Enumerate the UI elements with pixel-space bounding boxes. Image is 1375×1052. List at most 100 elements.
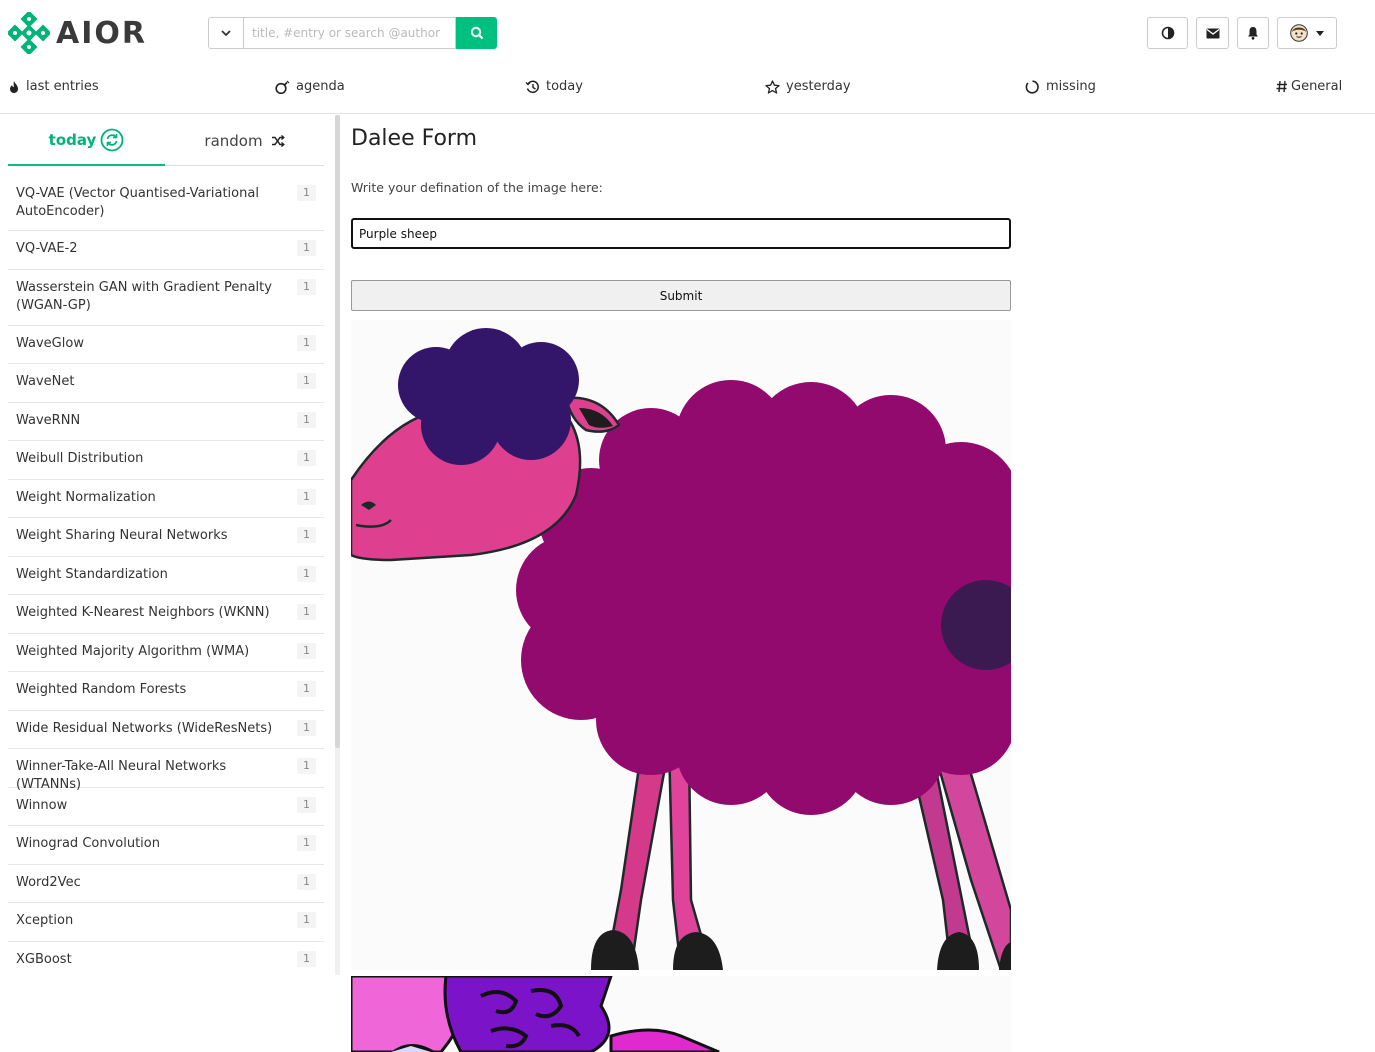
count-badge: 1 <box>297 566 316 582</box>
nav-agenda[interactable]: agenda <box>275 79 345 94</box>
star-icon <box>765 79 780 94</box>
list-item-label: Wide Residual Networks (WideResNets) <box>16 721 273 736</box>
nav-label: last entries <box>26 79 99 94</box>
list-item[interactable]: WaveRNN 1 <box>8 403 324 441</box>
nav-label: missing <box>1046 79 1096 94</box>
count-badge: 1 <box>297 681 316 697</box>
count-badge: 1 <box>297 185 316 201</box>
search-button[interactable] <box>456 17 497 49</box>
list-item[interactable]: WaveGlow 1 <box>8 326 324 364</box>
list-item[interactable]: XGBoost 1 <box>8 942 324 980</box>
list-item[interactable]: Weight Normalization 1 <box>8 480 324 518</box>
bell-icon <box>1248 27 1258 40</box>
list-item-label: Xception <box>16 913 74 928</box>
avatar-icon <box>1290 24 1308 42</box>
caret-down-icon <box>1316 30 1324 36</box>
nav-label: agenda <box>296 79 345 94</box>
main-nav: last entries agenda today yesterday miss… <box>0 66 1375 114</box>
list-item-label: VQ-VAE (Vector Quantised-Variational Aut… <box>16 186 259 219</box>
nav-general[interactable]: General <box>1276 79 1342 94</box>
list-item[interactable]: Weibull Distribution 1 <box>8 441 324 480</box>
theme-toggle-button[interactable] <box>1147 17 1188 49</box>
nav-last-entries[interactable]: last entries <box>8 79 99 94</box>
logo[interactable]: AIOR <box>8 12 147 54</box>
search-icon <box>470 26 483 40</box>
tab-random[interactable]: random <box>165 115 324 166</box>
list-item[interactable]: Weighted K-Nearest Neighbors (WKNN) 1 <box>8 595 324 634</box>
count-badge: 1 <box>297 373 316 389</box>
nav-label: yesterday <box>786 79 851 94</box>
generated-image <box>351 976 1011 1052</box>
count-badge: 1 <box>297 604 316 620</box>
form-label: Write your defination of the image here: <box>351 180 603 195</box>
shuffle-icon <box>271 134 285 147</box>
logo-icon <box>8 12 50 54</box>
circle-icon <box>1025 79 1039 94</box>
list-item[interactable]: VQ-VAE (Vector Quantised-Variational Aut… <box>8 176 324 231</box>
count-badge: 1 <box>297 912 316 928</box>
list-item[interactable]: Wasserstein GAN with Gradient Penalty (W… <box>8 270 324 326</box>
count-badge: 1 <box>297 835 316 851</box>
list-item[interactable]: Weighted Majority Algorithm (WMA) 1 <box>8 634 324 672</box>
fire-icon <box>10 80 18 93</box>
count-badge: 1 <box>297 335 316 351</box>
list-item[interactable]: Winograd Convolution 1 <box>8 826 324 865</box>
nav-missing[interactable]: missing <box>1025 79 1096 94</box>
refresh-icon <box>100 128 124 151</box>
top-header: AIOR <box>0 0 1375 66</box>
search-input[interactable] <box>243 17 456 49</box>
user-menu-button[interactable] <box>1277 17 1337 49</box>
list-item-label: Word2Vec <box>16 875 81 890</box>
list-item-label: Weight Standardization <box>16 567 168 582</box>
submit-button[interactable]: Submit <box>351 280 1011 311</box>
history-icon <box>525 80 539 93</box>
count-badge: 1 <box>297 643 316 659</box>
list-item-label: Winograd Convolution <box>16 836 160 851</box>
bomb-icon <box>275 80 290 94</box>
hash-icon <box>1276 80 1287 93</box>
list-item[interactable]: Wide Residual Networks (WideResNets) 1 <box>8 711 324 749</box>
purple-sheep-image <box>351 976 720 1052</box>
count-badge: 1 <box>297 797 316 813</box>
list-item-label: Weight Normalization <box>16 490 156 505</box>
nav-label: today <box>546 79 583 94</box>
list-item[interactable]: VQ-VAE-2 1 <box>8 231 324 270</box>
nav-today[interactable]: today <box>525 79 583 94</box>
list-item[interactable]: WaveNet 1 <box>8 364 324 403</box>
list-item-label: XGBoost <box>16 952 72 967</box>
count-badge: 1 <box>297 874 316 890</box>
list-item[interactable]: Weight Standardization 1 <box>8 557 324 595</box>
sidebar-tabs: today random <box>8 115 324 166</box>
list-item[interactable]: Word2Vec 1 <box>8 865 324 903</box>
search-bar <box>208 17 497 49</box>
list-item[interactable]: Xception 1 <box>8 903 324 942</box>
nav-yesterday[interactable]: yesterday <box>765 79 851 94</box>
list-item[interactable]: Weighted Random Forests 1 <box>8 672 324 711</box>
count-badge: 1 <box>297 527 316 543</box>
list-item-label: WaveRNN <box>16 413 81 428</box>
description-input[interactable] <box>351 218 1011 249</box>
count-badge: 1 <box>297 450 316 466</box>
sidebar-list: VQ-VAE (Vector Quantised-Variational Aut… <box>8 176 324 980</box>
nav-label: General <box>1291 79 1343 94</box>
list-item-label: Weibull Distribution <box>16 451 144 466</box>
tab-today[interactable]: today <box>8 115 165 166</box>
chevron-down-icon <box>221 30 231 37</box>
purple-sheep-image <box>351 328 1011 970</box>
sidebar: today random VQ-VAE (Vector Quantised-Va… <box>8 115 324 1052</box>
logo-text: AIOR <box>56 15 147 51</box>
count-badge: 1 <box>297 240 316 256</box>
list-item[interactable]: Winnow 1 <box>8 788 324 826</box>
list-item-label: Wasserstein GAN with Gradient Penalty (W… <box>16 280 272 313</box>
list-item[interactable]: Weight Sharing Neural Networks 1 <box>8 518 324 557</box>
list-item-label: Winnow <box>16 798 68 813</box>
notifications-button[interactable] <box>1237 17 1269 49</box>
generated-image <box>351 320 1011 970</box>
list-item-label: VQ-VAE-2 <box>16 241 78 256</box>
search-dropdown[interactable] <box>208 17 243 49</box>
page-title: Dalee Form <box>351 126 478 151</box>
sidebar-scrollbar[interactable] <box>335 115 340 748</box>
messages-button[interactable] <box>1196 17 1229 49</box>
count-badge: 1 <box>297 720 316 736</box>
list-item[interactable]: Winner-Take-All Neural Networks (WTANNs)… <box>8 749 324 792</box>
